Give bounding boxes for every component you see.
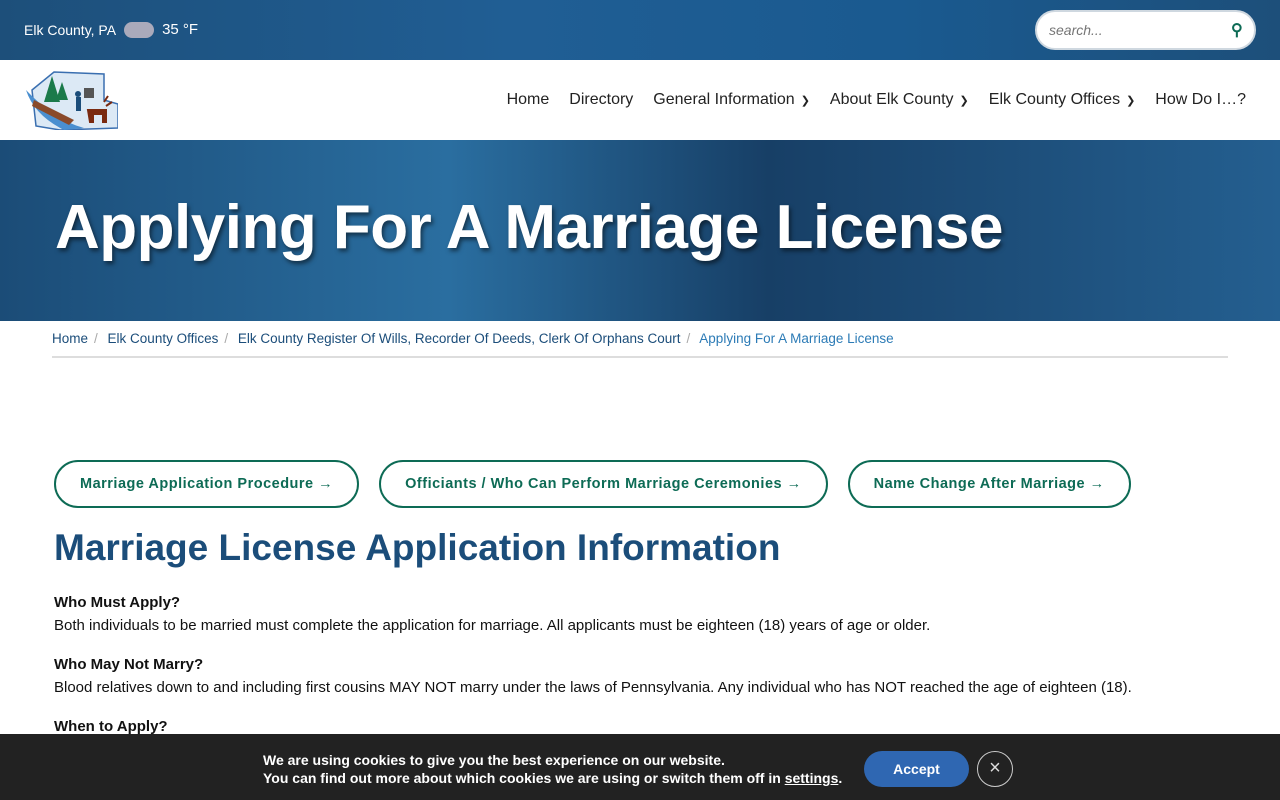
content: Who Must Apply? Both individuals to be m… <box>54 594 1234 741</box>
chevron-down-icon: ❯ <box>959 95 969 107</box>
accept-button[interactable]: Accept <box>864 751 969 787</box>
breadcrumb-current: Applying For A Marriage License <box>699 331 894 346</box>
chevron-down-icon: ❯ <box>1126 95 1136 107</box>
hero-banner: Applying For A Marriage License <box>0 140 1280 321</box>
location-label: Elk County, PA <box>24 21 117 38</box>
section-heading: Marriage License Application Information <box>54 527 781 568</box>
question: Who May Not Marry? <box>54 656 204 673</box>
nav-how-do-i[interactable]: How Do I…? <box>1155 91 1246 109</box>
answer: Both individuals to be married must comp… <box>54 617 931 634</box>
nav-home[interactable]: Home <box>507 91 550 109</box>
officiants-button[interactable]: Officiants / Who Can Perform Marriage Ce… <box>379 460 828 508</box>
cookie-text: You can find out more about which cookie… <box>263 770 785 786</box>
name-change-button[interactable]: Name Change After Marriage → <box>847 460 1131 508</box>
marriage-application-procedure-button[interactable]: Marriage Application Procedure → <box>54 460 360 508</box>
search-icon[interactable]: ⚲ <box>1231 20 1243 40</box>
elk-county-logo[interactable] <box>24 70 118 130</box>
weather-widget: Elk County, PA 35 °F <box>24 21 198 38</box>
nav-directory[interactable]: Directory <box>569 91 633 109</box>
answer: Blood relatives down to and including fi… <box>54 679 1132 696</box>
nav-label: Elk County Offices <box>988 91 1121 108</box>
breadcrumb-separator: / <box>686 331 691 346</box>
nav-about-elk-county[interactable]: About Elk County ❯ <box>830 91 969 109</box>
breadcrumb-home[interactable]: Home <box>52 331 88 346</box>
question: When to Apply? <box>54 718 168 735</box>
cookie-message: We are using cookies to give you the bes… <box>263 751 842 787</box>
breadcrumb-separator: / <box>94 331 98 346</box>
question: Who Must Apply? <box>54 594 181 611</box>
cookie-banner: We are using cookies to give you the bes… <box>0 734 1280 800</box>
close-icon[interactable]: × <box>977 751 1013 787</box>
temperature: 35 °F <box>162 21 199 38</box>
breadcrumb-offices[interactable]: Elk County Offices <box>108 331 219 346</box>
chevron-down-icon: ❯ <box>800 95 810 107</box>
nav-label: About Elk County <box>829 91 954 108</box>
main-nav: Home Directory General Information ❯ Abou… <box>0 60 1280 140</box>
search-box: ⚲ <box>1035 10 1256 50</box>
cookie-period: . <box>838 770 843 786</box>
top-bar: Elk County, PA 35 °F ⚲ <box>0 0 1280 60</box>
section-buttons: Marriage Application Procedure → Officia… <box>54 460 1131 508</box>
nav-label: General Information <box>653 91 795 108</box>
settings-link[interactable]: settings <box>785 770 839 786</box>
cloud-icon <box>124 21 155 38</box>
nav-elk-county-offices[interactable]: Elk County Offices ❯ <box>989 91 1136 109</box>
page-title: Applying For A Marriage License <box>55 193 1003 262</box>
nav-general-information[interactable]: General Information ❯ <box>653 91 810 109</box>
search-input[interactable] <box>1049 22 1231 38</box>
cookie-line-1: We are using cookies to give you the bes… <box>263 752 725 768</box>
cookie-line-2: You can find out more about which cookie… <box>263 769 842 787</box>
breadcrumb-register-of-wills[interactable]: Elk County Register Of Wills, Recorder O… <box>238 331 681 346</box>
breadcrumb-separator: / <box>224 331 229 346</box>
breadcrumb: Home / Elk County Offices / Elk County Reg… <box>52 331 1228 358</box>
